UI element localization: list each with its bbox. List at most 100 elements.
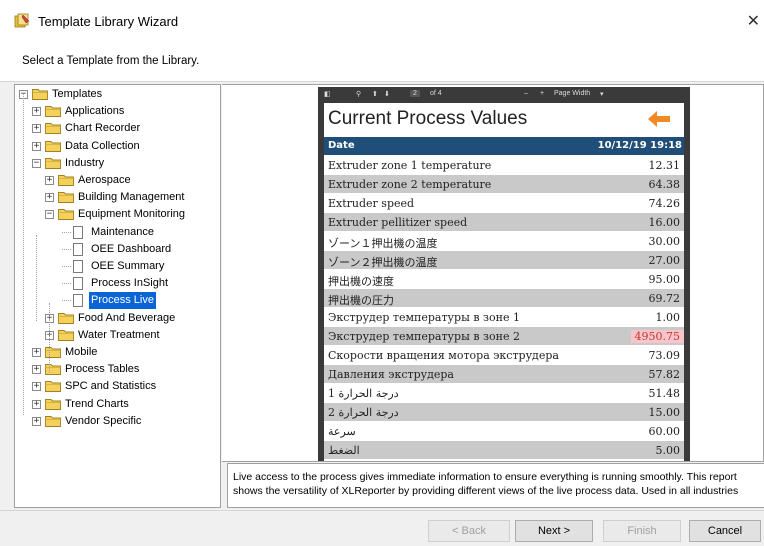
tree-connector [62,283,71,285]
tree-item-label: Food And Beverage [78,311,176,324]
tree-item[interactable]: − Industry [15,155,220,172]
chevron-down-icon: ▾ [600,91,604,98]
expand-icon[interactable]: + [32,399,41,409]
tree-item-label: Applications [65,105,125,118]
description-line-2: shows the versatility of XLReporter by p… [233,485,739,497]
back-arrow-icon [648,111,670,127]
window-title: Template Library Wizard [38,14,179,29]
tree-item[interactable]: + Water Treatment [15,327,220,344]
expand-icon[interactable]: + [32,124,41,134]
document-icon [73,277,83,291]
tree-item[interactable]: + Vendor Specific [15,413,220,430]
report-row: Экструдер температуры в зоне 2 4950.75 [324,327,684,346]
folder-icon [32,88,48,100]
expand-icon[interactable]: + [32,348,41,357]
tree-item-label: Templates [52,88,103,100]
expand-icon[interactable]: + [45,176,54,185]
tree-item-label: SPC and Statistics [65,380,157,393]
tree-guide-line [36,235,37,321]
tree-connector [62,248,71,250]
folder-icon [45,140,61,152]
date-value: 10/12/19 19:18 [597,140,682,151]
tree-item[interactable]: + Building Management [15,189,220,206]
search-icon[interactable]: ⚲ [356,90,361,98]
process-tag-name: Extruder zone 1 temperature [328,159,492,172]
folder-icon [45,398,61,410]
process-tag-name: 押出機の速度 [328,275,394,288]
document-icon [73,294,83,308]
tree-item[interactable]: Process Live [15,292,220,310]
tree-item[interactable]: − Templates [15,86,220,103]
viewer-toolbar: ◧ ⚲ ⬆ ⬇ 2 of 4 – + Page Width ▾ [318,87,690,102]
expand-icon[interactable]: + [32,141,41,151]
expand-icon[interactable]: + [32,382,41,392]
process-tag-name: درجة الحرارة 2 [328,406,399,419]
tree-item[interactable]: + SPC and Statistics [15,378,220,395]
template-tree[interactable]: − Templates + Applications + Chart Recorder + D… [14,84,221,508]
tree-item[interactable]: Maintenance [15,224,220,241]
tree-item-label: Maintenance [91,225,154,238]
tree-guide-line [49,303,50,375]
process-tag-value: 74.26 [648,197,681,210]
close-icon[interactable]: ✕ [747,11,760,31]
process-tag-value: 30.00 [648,235,681,248]
report-header-row: Date 10/12/19 19:18 [324,137,684,155]
expand-icon[interactable]: + [32,365,41,375]
collapse-icon[interactable]: − [45,210,54,220]
prev-page-icon[interactable]: ⬆ [372,90,378,98]
page-number-input[interactable]: 2 [410,90,420,97]
sidebar-toggle-icon[interactable]: ◧ [324,90,331,98]
page-subtitle: Select a Template from the Library. [22,55,200,67]
folder-icon [45,157,61,169]
report-row: سرعة 60.00 [324,422,684,441]
process-tag-value: 4950.75 [630,330,684,343]
tree-item[interactable]: + Process Tables [15,361,220,378]
tree-item[interactable]: OEE Summary [15,258,220,275]
process-tag-value: 12.31 [648,159,681,172]
tree-guide-line [23,94,24,415]
report-row: ゾーン１押出機の温度 30.00 [324,232,684,251]
tree-item[interactable]: + Data Collection [15,138,220,155]
tree-item[interactable]: + Aerospace [15,172,220,189]
process-tag-value: 60.00 [648,425,681,438]
wizard-footer: < Back Next > Finish Cancel [0,510,764,546]
zoom-in-icon[interactable]: + [540,90,544,97]
collapse-icon[interactable]: − [32,158,41,168]
finish-button[interactable]: Finish [603,520,681,542]
folder-icon [45,363,61,376]
report-page: Current Process Values Date 10/12/19 19:… [324,103,684,461]
next-page-icon[interactable]: ⬇ [384,90,390,98]
tree-item[interactable]: + Chart Recorder [15,120,220,137]
document-icon [73,225,83,239]
folder-icon [45,122,61,135]
tree-item[interactable]: + Mobile [15,344,220,361]
cancel-button[interactable]: Cancel [689,520,761,542]
process-tag-value: 64.38 [648,178,681,191]
process-tag-value: 1.00 [655,311,681,324]
zoom-select[interactable]: Page Width [554,90,590,97]
wizard-icon [14,13,30,28]
expand-icon[interactable]: + [32,416,41,426]
folder-icon [45,415,61,427]
next-button[interactable]: Next > [515,520,593,542]
folder-icon [45,380,61,393]
process-tag-name: ゾーン１押出機の温度 [328,237,438,250]
process-tag-value: 51.48 [648,387,681,400]
zoom-out-icon[interactable]: – [524,90,528,97]
tree-item[interactable]: + Trend Charts [15,396,220,413]
tree-item[interactable]: + Food And Beverage [15,310,220,327]
expand-icon[interactable]: + [45,193,54,203]
process-tag-name: 押出機の圧力 [328,294,394,307]
wizard-header: Select a Template from the Library. [0,44,764,82]
tree-item[interactable]: OEE Dashboard [15,241,220,258]
tree-connector [62,300,71,302]
tree-item[interactable]: − Equipment Monitoring [15,206,220,223]
back-button[interactable]: < Back [428,520,510,542]
tree-item[interactable]: Process InSight [15,275,220,292]
expand-icon[interactable]: + [32,107,41,117]
report-viewer: ◧ ⚲ ⬆ ⬇ 2 of 4 – + Page Width ▾ Current … [318,87,690,461]
tree-item-label: Data Collection [65,139,140,152]
tree-item-label: Process InSight [91,277,169,290]
tree-connector [62,231,71,233]
tree-item[interactable]: + Applications [15,103,220,120]
